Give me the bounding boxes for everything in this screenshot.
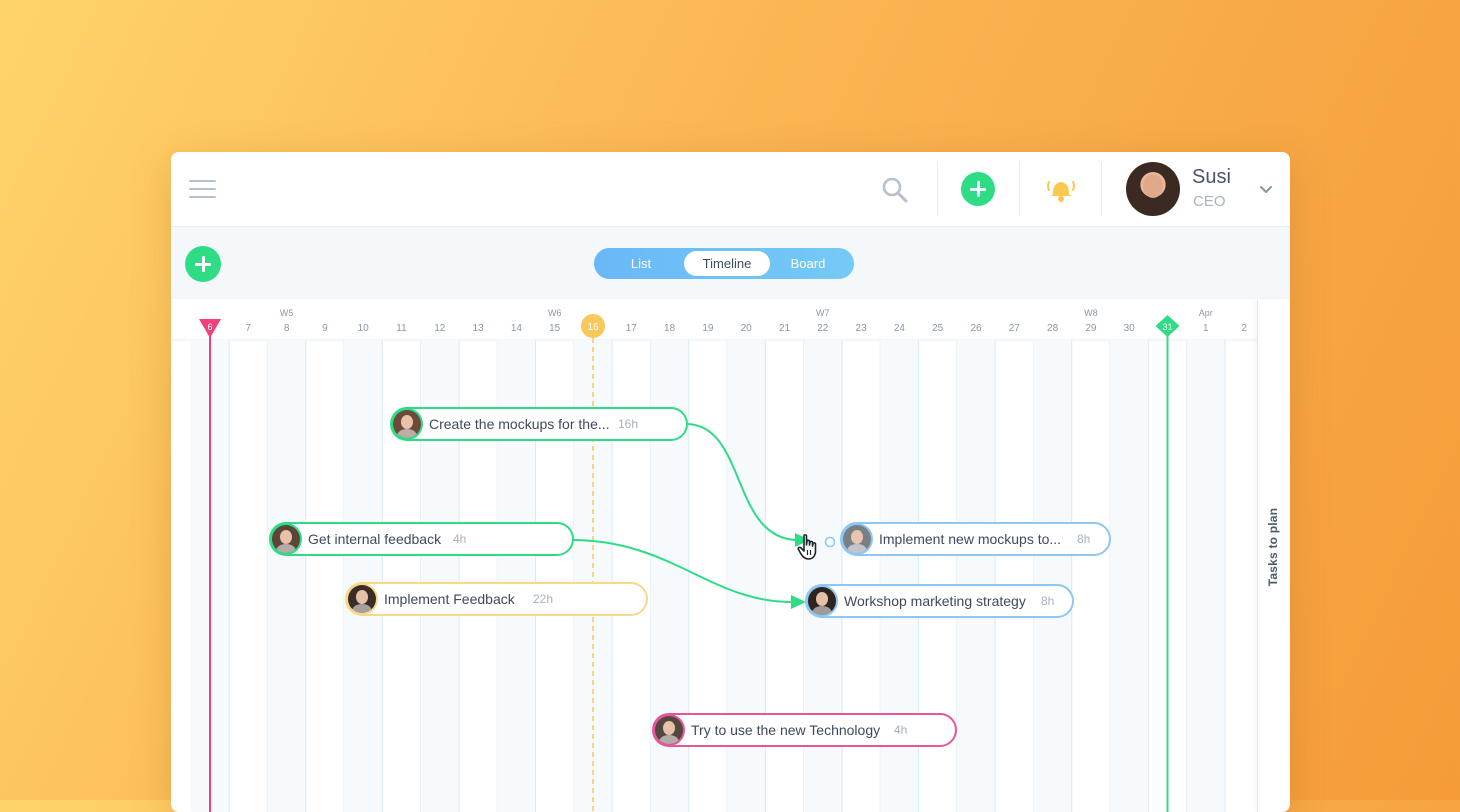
task-bar[interactable]: Implement new mockups to... 8h: [840, 522, 1111, 556]
start-marker-label: 6: [207, 322, 212, 332]
avatar: [348, 585, 376, 613]
task-bar[interactable]: Get internal feedback 4h: [269, 522, 574, 556]
view-option-list[interactable]: List: [594, 248, 688, 279]
day-label: 27: [1009, 323, 1021, 334]
week-label: W7: [816, 308, 830, 318]
task-title: Implement new mockups to...: [879, 531, 1062, 547]
day-label: 30: [1124, 323, 1136, 334]
day-label: 12: [434, 323, 446, 334]
view-toolbar: List Timeline Board: [171, 227, 1290, 299]
view-option-timeline[interactable]: Timeline: [684, 251, 770, 276]
connector-handle[interactable]: [823, 535, 837, 549]
day-label: 9: [322, 323, 328, 334]
task-hours: 4h: [894, 723, 908, 737]
day-label: 15: [549, 323, 561, 334]
task-bar[interactable]: Workshop marketing strategy 8h: [805, 584, 1074, 618]
day-label: 8: [284, 323, 290, 334]
task-title: Workshop marketing strategy: [844, 593, 1026, 609]
top-bar: Susi CEO: [171, 152, 1290, 227]
toolbar-divider: [1019, 162, 1020, 216]
avatar: [843, 525, 871, 553]
view-option-board[interactable]: Board: [770, 248, 846, 279]
task-bar[interactable]: Try to use the new Technology 4h: [652, 713, 957, 747]
task-hours: 8h: [1077, 532, 1091, 546]
view-switch: List Timeline Board: [594, 248, 854, 279]
avatar: [655, 716, 683, 744]
task-title: Create the mockups for the...: [429, 416, 610, 432]
week-label: W5: [280, 308, 294, 318]
day-label: 14: [511, 323, 523, 334]
task-bar[interactable]: Create the mockups for the... 16h: [390, 407, 688, 441]
day-column: [344, 340, 383, 812]
day-label: 26: [970, 323, 982, 334]
timeline-header: [171, 300, 1257, 340]
day-label: 1: [1203, 323, 1209, 334]
day-label: 29: [1085, 323, 1097, 334]
hamburger-icon[interactable]: [189, 180, 216, 200]
day-label: 25: [932, 323, 944, 334]
task-title: Try to use the new Technology: [691, 722, 881, 738]
day-label: 23: [856, 323, 868, 334]
app-window: Susi CEO List Timeline Board 7 8 9 10 11 12 13…: [171, 152, 1290, 812]
day-column: [1110, 340, 1149, 812]
day-label: 2: [1241, 323, 1247, 334]
task-bar[interactable]: Implement Feedback 22h: [345, 582, 648, 616]
task-hours: 16h: [618, 417, 639, 431]
day-column: [267, 340, 306, 812]
user-avatar[interactable]: [1126, 162, 1180, 216]
day-label: 19: [702, 323, 714, 334]
user-name: Susi: [1192, 166, 1231, 188]
task-hours: 8h: [1041, 594, 1055, 608]
hand-cursor-icon: [797, 534, 817, 560]
user-role: CEO: [1193, 193, 1226, 210]
day-label: 20: [741, 323, 753, 334]
chevron-down-icon[interactable]: [1258, 182, 1274, 198]
day-label: 13: [473, 323, 485, 334]
day-column: [956, 340, 996, 812]
day-label: 24: [894, 323, 906, 334]
task-title: Implement Feedback: [384, 591, 515, 607]
avatar: [272, 525, 300, 553]
day-label: 17: [626, 323, 638, 334]
today-label: 16: [587, 322, 599, 333]
avatar: [393, 410, 421, 438]
day-label: 18: [664, 323, 676, 334]
tasks-to-plan-panel[interactable]: Tasks to plan: [1257, 300, 1290, 812]
bell-icon[interactable]: [1044, 172, 1078, 206]
end-marker-label: 31: [1162, 322, 1172, 332]
add-button-top[interactable]: [961, 172, 995, 206]
week-label: W6: [548, 308, 562, 318]
toolbar-divider: [1101, 162, 1102, 216]
week-label: Apr: [1199, 308, 1213, 318]
day-label: 11: [396, 323, 407, 334]
day-column: [1186, 340, 1225, 812]
day-column: [1033, 340, 1072, 812]
day-label: 22: [817, 323, 829, 334]
toolbar-divider: [937, 162, 938, 216]
day-label: 10: [358, 323, 370, 334]
task-title: Get internal feedback: [308, 531, 442, 547]
search-icon[interactable]: [879, 174, 911, 206]
avatar: [808, 587, 836, 615]
day-label: 28: [1047, 323, 1059, 334]
task-hours: 22h: [533, 592, 554, 606]
week-label: W8: [1084, 308, 1098, 318]
tasks-to-plan-label: Tasks to plan: [1266, 507, 1280, 587]
day-label: 7: [246, 323, 252, 334]
add-task-button[interactable]: [185, 246, 221, 282]
task-hours: 4h: [453, 532, 467, 546]
day-label: 21: [779, 323, 791, 334]
